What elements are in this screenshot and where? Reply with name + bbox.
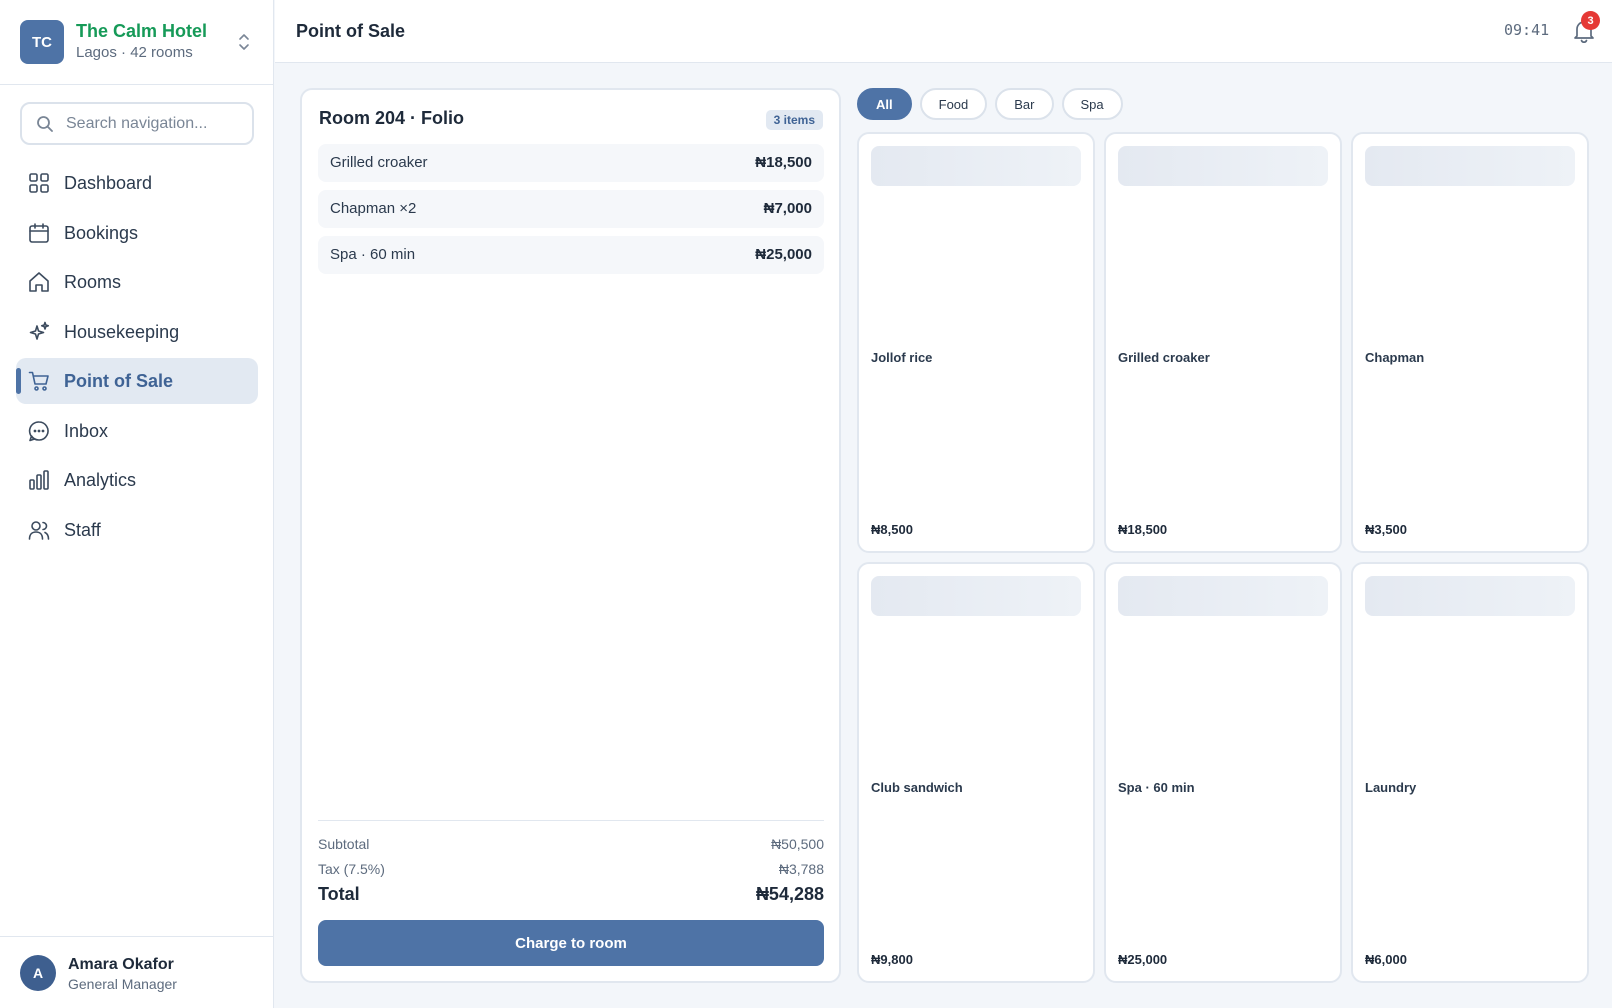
total-label: Total [318,884,360,904]
tax-row: Tax (7.5%) ₦3,788 [318,861,824,877]
folio-lines: Grilled croaker ₦18,500 Chapman ×2 ₦7,00… [318,144,824,282]
filter-bar[interactable]: Bar [995,88,1054,120]
product-card[interactable]: Chapman ₦3,500 [1351,132,1589,553]
product-image-placeholder [1365,576,1575,616]
sidebar-item-label: Bookings [64,222,139,243]
subtotal-row: Subtotal ₦50,500 [318,836,824,852]
product-price: ₦6,000 [1365,952,1407,967]
bar-chart-icon [29,470,49,490]
sidebar-item-staff[interactable]: Staff [16,507,258,553]
product-image-placeholder [871,146,1081,186]
clock: 09:41 [1504,21,1550,39]
folio-panel: Room 204 · Folio 3 items Grilled croaker… [300,88,841,983]
calendar-icon [29,222,49,243]
sidebar: TC The Calm Hotel Lagos · 42 rooms Dashb… [0,0,274,1008]
folio-line[interactable]: Spa · 60 min ₦25,000 [318,236,824,274]
product-grid: Jollof rice ₦8,500 Grilled croaker ₦18,5… [857,132,1589,983]
product-name: Laundry [1365,780,1417,795]
tax-value: ₦3,788 [778,861,824,877]
user-profile[interactable]: A Amara Okafor General Manager [0,936,273,1008]
line-item-name: Spa · 60 min [330,246,416,263]
filter-spa[interactable]: Spa [1061,88,1123,120]
product-name: Club sandwich [871,780,963,795]
folio-title: Room 204 · Folio [319,108,465,128]
cart-icon [28,371,49,391]
product-name: Jollof rice [871,350,933,365]
folio-line[interactable]: Chapman ×2 ₦7,000 [318,190,824,228]
subtotal-value: ₦50,500 [771,836,824,852]
product-price: ₦25,000 [1118,952,1168,967]
sidebar-item-label: Dashboard [64,173,153,193]
sidebar-item-label: Rooms [64,272,122,292]
product-image-placeholder [1365,146,1575,186]
total-value: ₦54,288 [755,884,824,904]
product-name: Spa · 60 min [1118,780,1195,795]
line-item-amount: ₦18,500 [755,154,812,171]
sidebar-item-label: Analytics [64,470,137,490]
charge-to-room-button[interactable]: Charge to room [318,920,824,966]
user-role: General Manager [68,976,177,992]
line-item-amount: ₦7,000 [763,200,812,217]
sidebar-item-label: Point of Sale [64,371,174,391]
sidebar-item-label: Housekeeping [64,321,180,342]
product-price: ₦9,800 [871,952,913,967]
sparkle-icon [29,321,50,340]
page-title: Point of Sale [296,21,406,41]
product-card[interactable]: Laundry ₦6,000 [1351,562,1589,983]
search-input[interactable] [66,112,246,136]
product-card[interactable]: Spa · 60 min ₦25,000 [1104,562,1342,983]
filter-all[interactable]: All [857,88,912,120]
line-item-name: Grilled croaker [330,154,428,171]
notification-badge: 3 [1581,11,1600,30]
filter-food[interactable]: Food [919,88,988,120]
folio-line[interactable]: Grilled croaker ₦18,500 [318,144,824,182]
product-card[interactable]: Grilled croaker ₦18,500 [1104,132,1342,553]
product-price: ₦8,500 [871,522,913,537]
chevron-up-down-icon[interactable] [236,32,252,52]
chat-icon [28,420,49,441]
hotel-switcher[interactable]: TC The Calm Hotel Lagos · 42 rooms [0,0,273,85]
user-name: Amara Okafor [68,956,174,973]
line-item-amount: ₦25,000 [755,246,812,263]
top-bar: Point of Sale 09:41 3 [275,0,1612,63]
sidebar-item-dashboard[interactable]: Dashboard [16,160,258,206]
line-item-name: Chapman ×2 [330,200,417,217]
product-image-placeholder [1118,576,1328,616]
search-icon [37,116,53,132]
sidebar-item-analytics[interactable]: Analytics [16,457,258,503]
sidebar-item-housekeeping[interactable]: Housekeeping [16,309,258,355]
grid-icon [29,173,49,193]
category-filters: All Food Bar Spa [857,88,1123,120]
sidebar-item-label: Inbox [64,420,109,441]
search-box [20,102,254,145]
tax-label: Tax (7.5%) [318,861,385,877]
users-icon [28,520,50,540]
product-image-placeholder [1118,146,1328,186]
product-price: ₦18,500 [1118,522,1168,537]
total-row: Total ₦54,288 [318,884,824,905]
avatar: A [20,955,56,991]
hotel-name: The Calm Hotel [76,21,208,41]
product-card[interactable]: Jollof rice ₦8,500 [857,132,1095,553]
hotel-logo: TC [20,20,64,64]
product-image-placeholder [871,576,1081,616]
hotel-subtitle: Lagos · 42 rooms [76,44,193,61]
subtotal-label: Subtotal [318,836,370,852]
items-count-badge: 3 items [765,110,823,130]
product-price: ₦3,500 [1365,522,1407,537]
sidebar-item-bookings[interactable]: Bookings [16,210,258,256]
product-name: Chapman [1365,350,1425,365]
product-card[interactable]: Club sandwich ₦9,800 [857,562,1095,983]
totals-divider [318,820,824,821]
sidebar-item-label: Staff [64,519,101,540]
sidebar-item-rooms[interactable]: Rooms [16,259,258,305]
product-name: Grilled croaker [1118,350,1210,365]
sidebar-nav: Dashboard Bookings Rooms Housekeeping Po… [16,160,258,556]
sidebar-item-point-of-sale[interactable]: Point of Sale [16,358,258,404]
home-icon [29,272,49,292]
sidebar-item-inbox[interactable]: Inbox [16,408,258,454]
